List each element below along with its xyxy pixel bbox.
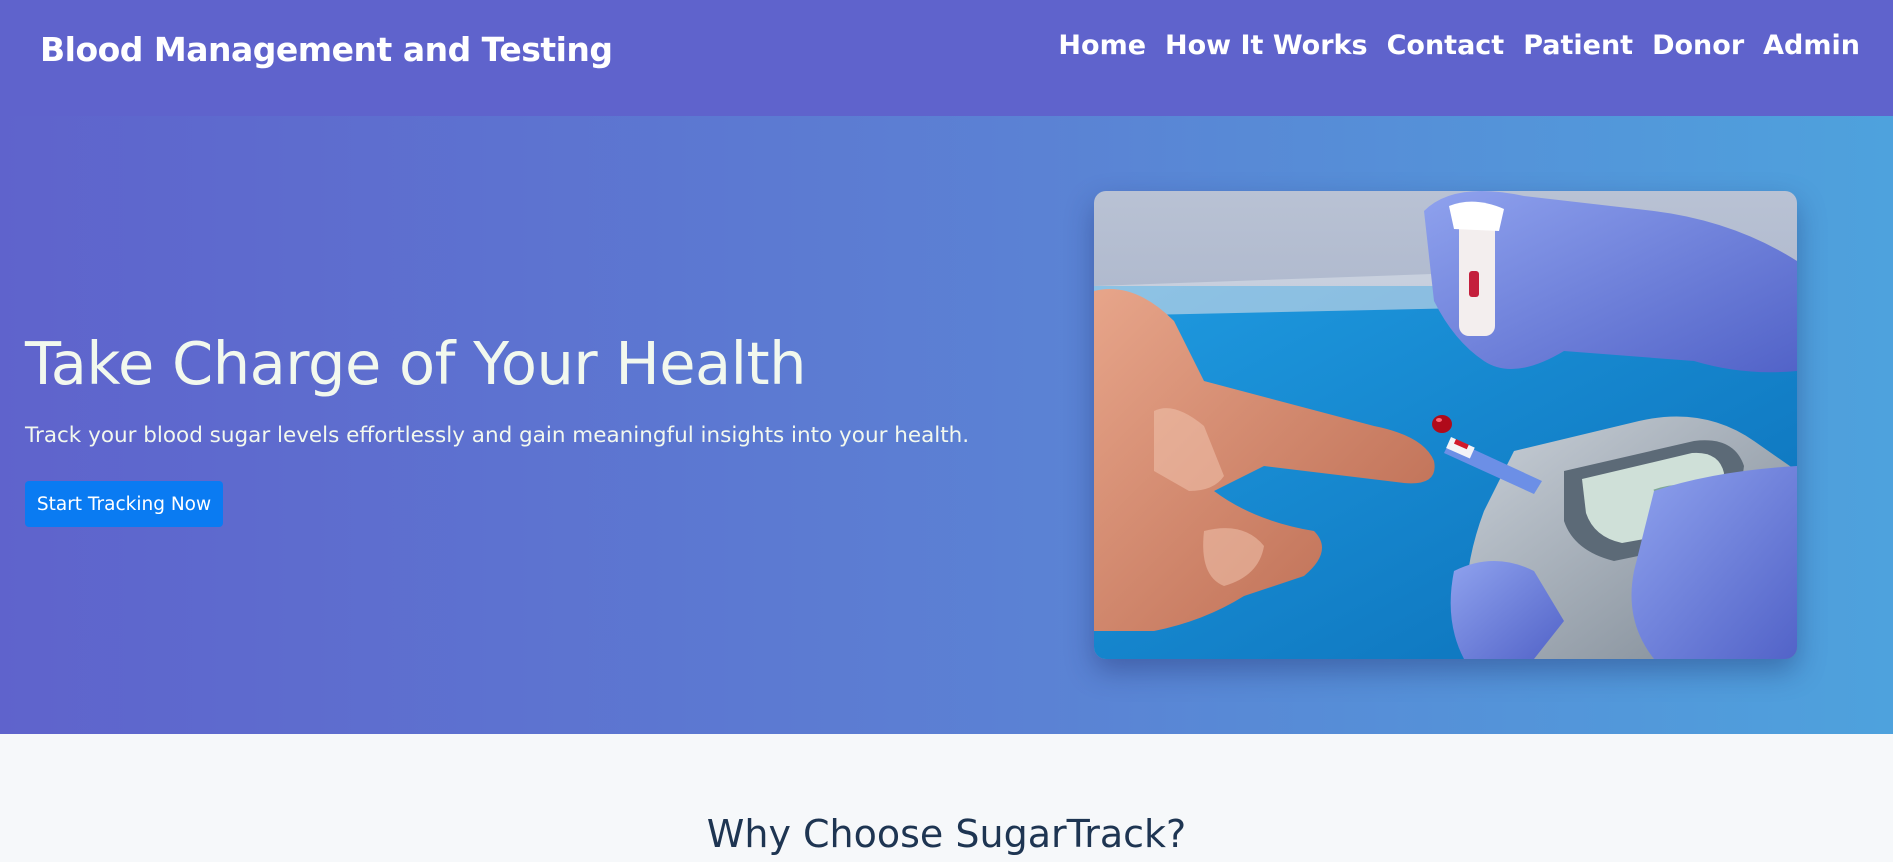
- glucose-test-illustration: [1094, 191, 1797, 659]
- nav-link-patient[interactable]: Patient: [1523, 30, 1633, 61]
- features-section: Why Choose SugarTrack?: [0, 734, 1893, 862]
- navbar: Blood Management and Testing Home How It…: [0, 0, 1893, 116]
- nav-link-contact[interactable]: Contact: [1387, 30, 1505, 61]
- hero-section: Take Charge of Your Health Track your bl…: [0, 116, 1893, 734]
- nav-link-admin[interactable]: Admin: [1763, 30, 1860, 61]
- nav-link-donor[interactable]: Donor: [1652, 30, 1744, 61]
- nav-link-home[interactable]: Home: [1058, 30, 1146, 61]
- hero-subtitle: Track your blood sugar levels effortless…: [25, 423, 970, 448]
- nav-links: Home How It Works Contact Patient Donor …: [1058, 30, 1860, 61]
- start-tracking-button[interactable]: Start Tracking Now: [25, 481, 223, 527]
- features-title: Why Choose SugarTrack?: [706, 812, 1187, 856]
- hero-title: Take Charge of Your Health: [25, 329, 807, 398]
- glucose-test-photo: [1094, 191, 1797, 659]
- nav-link-how-it-works[interactable]: How It Works: [1165, 30, 1368, 61]
- brand-title[interactable]: Blood Management and Testing: [40, 30, 613, 69]
